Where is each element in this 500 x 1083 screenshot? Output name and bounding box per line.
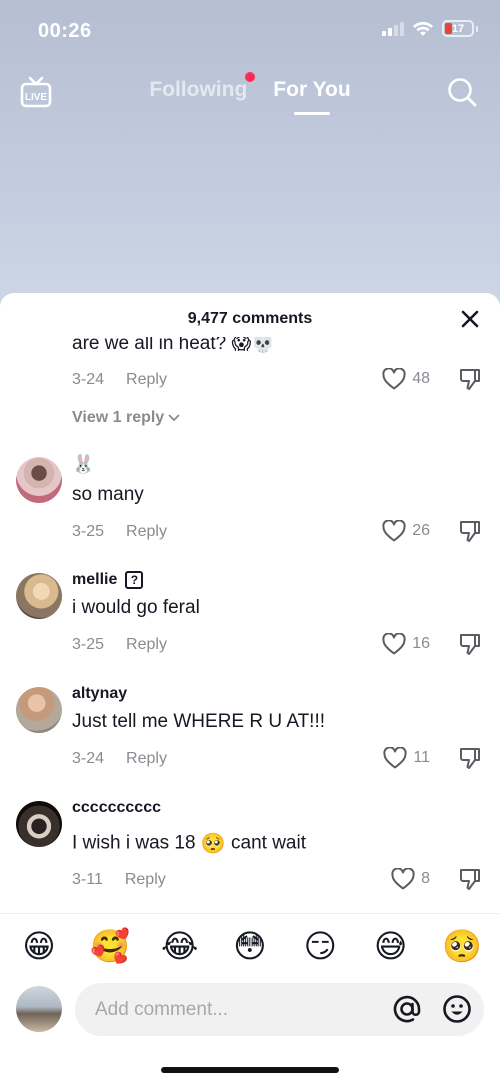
comment-username-row: mellie? [72, 571, 144, 589]
comment-text: i would go feral [72, 597, 200, 618]
dislike-icon[interactable] [458, 519, 482, 543]
emoji-grin-button[interactable]: 😁 [20, 927, 58, 965]
comments-count-title: 9,477 comments [187, 310, 313, 327]
like-button[interactable]: 26 [382, 520, 430, 542]
like-button[interactable]: 8 [391, 868, 430, 890]
emoji-smirk-button[interactable]: 😏 [301, 927, 339, 965]
comment-text: I wish i was 18 🥺 cant wait [72, 831, 306, 856]
comment-date: 3-11 [72, 871, 103, 888]
comment-username[interactable]: mellie [72, 571, 117, 588]
wifi-icon [413, 21, 433, 36]
like-button[interactable]: 48 [382, 368, 430, 390]
battery-icon: 17 [442, 20, 474, 37]
comment-date: 3-24 [72, 750, 105, 767]
reply-button[interactable]: Reply [125, 871, 166, 889]
comment-date: 3-25 [72, 636, 105, 653]
like-count: 8 [421, 870, 430, 887]
comment-item: mellie? i would go feral 3-25 Reply 16 [0, 571, 500, 681]
heart-icon [391, 868, 415, 890]
mention-icon[interactable] [392, 994, 422, 1024]
view-replies-button[interactable]: View 1 reply [72, 409, 180, 427]
heart-icon [382, 520, 406, 542]
comment-text-part: cant wait [231, 832, 306, 854]
like-button[interactable]: 16 [382, 633, 430, 655]
reply-button[interactable]: Reply [126, 523, 167, 541]
emoji-hearts-button[interactable]: 🥰 [90, 927, 130, 965]
signal-icon [382, 21, 404, 36]
like-count: 26 [412, 522, 430, 539]
avatar[interactable] [16, 573, 62, 619]
close-icon[interactable] [460, 309, 480, 329]
comment-meta: 3-24 Reply [72, 750, 167, 768]
comment-item: cccccccccc I wish i was 18 🥺 cant wait 3… [0, 799, 500, 913]
tab-for-you[interactable]: For You [273, 78, 350, 102]
comment-input[interactable] [75, 983, 484, 1036]
avatar[interactable] [16, 457, 62, 503]
emoji-flushed-button[interactable]: 😳 [231, 927, 269, 965]
feed-tabs: Following For You [0, 72, 500, 102]
comment-username[interactable]: 🐰 [72, 454, 94, 475]
dislike-icon[interactable] [458, 867, 482, 891]
comment-meta: 3-11 Reply [72, 871, 166, 889]
comment-item: altynay Just tell me WHERE R U AT!!! 3-2… [0, 685, 500, 795]
comment-text: are we all in heat? 😱💀 [72, 337, 275, 354]
comment-username[interactable]: altynay [72, 685, 127, 703]
avatar[interactable] [16, 687, 62, 733]
avatar[interactable] [16, 801, 62, 847]
comment-item: 🐰 so many 3-25 Reply 26 [0, 453, 500, 563]
top-nav: LIVE Following For You [0, 70, 500, 120]
reply-button[interactable]: Reply [126, 371, 167, 389]
tab-for-you-label: For You [273, 78, 351, 101]
like-count: 16 [412, 635, 430, 652]
chevron-down-icon [168, 414, 180, 422]
emoji-pleading-button[interactable]: 🥺 [442, 927, 482, 965]
battery-level: 17 [451, 22, 465, 35]
help-icon: ? [125, 571, 144, 589]
reply-button[interactable]: Reply [126, 750, 167, 768]
comment-meta: 3-25 Reply [72, 636, 167, 654]
comments-header: 9,477 comments [0, 293, 500, 343]
heart-icon [382, 368, 406, 390]
comments-list: are we all in heat? 😱💀 3-24 Reply 48 Vie… [0, 337, 500, 913]
heart-icon [382, 633, 406, 655]
pleading-face-emoji: 🥺 [200, 833, 226, 855]
like-count: 11 [413, 749, 430, 766]
emoji-picker-icon[interactable] [442, 994, 472, 1024]
like-count: 48 [412, 370, 430, 387]
comment-text: so many [72, 484, 144, 505]
quick-emoji-bar: 😁 🥰 😂 😳 😏 😅 🥺 [0, 927, 500, 965]
comments-sheet: 9,477 comments are we all in heat? 😱💀 3-… [0, 293, 500, 1083]
status-time: 00:26 [38, 20, 92, 42]
notification-dot [245, 72, 256, 82]
emoji-joy-button[interactable]: 😂 [161, 927, 199, 965]
heart-icon [383, 747, 407, 769]
reply-button[interactable]: Reply [126, 636, 167, 654]
dislike-icon[interactable] [458, 367, 482, 391]
status-icons: 17 [382, 20, 478, 37]
comment-meta: 3-25 Reply [72, 523, 167, 541]
comment-date: 3-24 [72, 371, 105, 388]
home-indicator [161, 1067, 339, 1073]
comment-date: 3-25 [72, 523, 105, 540]
divider [0, 913, 500, 914]
tab-following-label: Following [149, 78, 248, 101]
tab-following[interactable]: Following [149, 72, 256, 102]
status-bar: 00:26 17 [0, 0, 500, 60]
dislike-icon[interactable] [458, 632, 482, 656]
my-avatar[interactable] [16, 986, 62, 1032]
dislike-icon[interactable] [458, 746, 482, 770]
like-button[interactable]: 11 [383, 747, 430, 769]
search-icon[interactable] [446, 76, 478, 108]
comment-meta: 3-24 Reply [72, 371, 167, 389]
comment-text-part: I wish i was 18 [72, 832, 196, 854]
comment-input-row [0, 983, 500, 1040]
comment-text: Just tell me WHERE R U AT!!! [72, 711, 326, 732]
view-replies-label: View 1 reply [72, 409, 165, 426]
emoji-sweat-smile-button[interactable]: 😅 [372, 927, 410, 965]
comment-username[interactable]: cccccccccc [72, 799, 161, 817]
